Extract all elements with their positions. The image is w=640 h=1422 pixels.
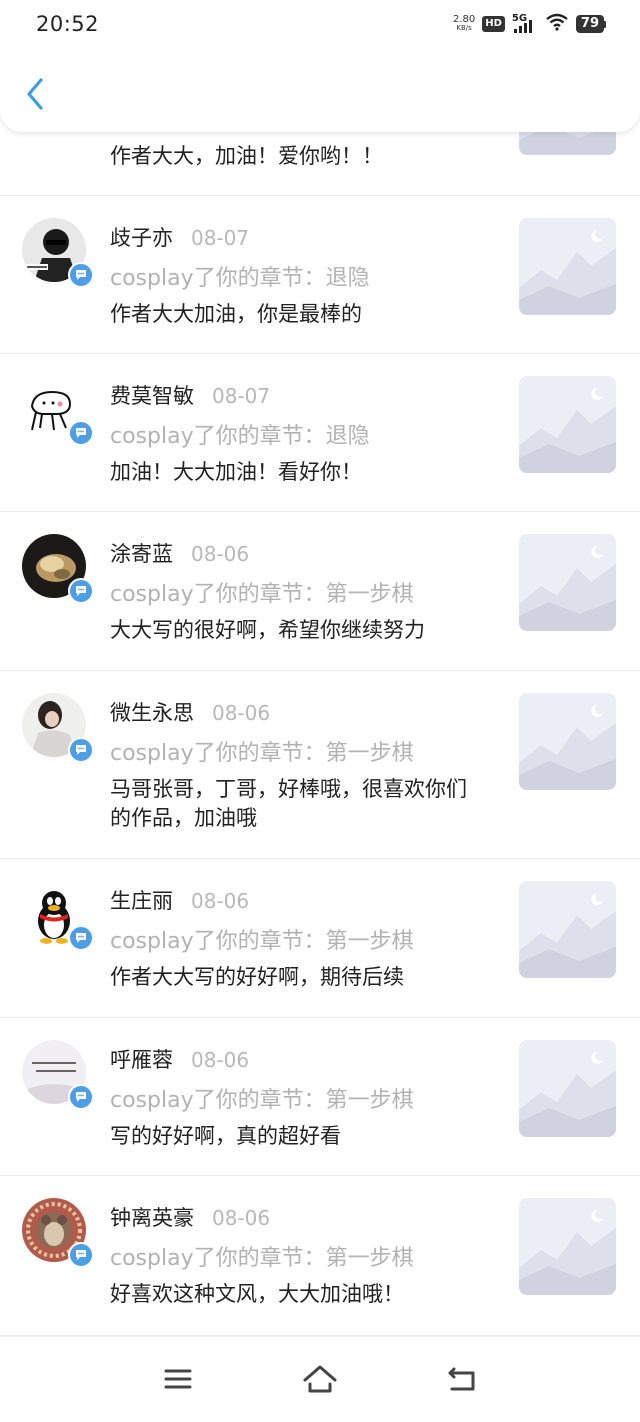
chat-bubble-icon (68, 578, 94, 604)
menu-icon (163, 1367, 193, 1395)
user-name[interactable]: 歧子亦 (110, 222, 173, 252)
battery-icon: 79 (575, 15, 606, 33)
chat-bubble-icon (68, 925, 94, 951)
list-item[interactable]: 费莫智敏 08-07 cosplay了你的章节：退隐 加油！大大加油！看好你！ (0, 354, 640, 512)
comment-text: 马哥张哥，丁哥，好棒哦，很喜欢你们的作品，加油哦 (110, 777, 467, 830)
network-speed-value: 2.80 (452, 14, 476, 25)
comment-text: 加油！大大加油！看好你！ (110, 460, 362, 484)
comment-text: 作者大大加油，你是最棒的 (110, 302, 362, 326)
battery-level: 79 (575, 15, 604, 33)
comment-date: 08-07 (191, 226, 250, 250)
comment-text: 作者大大，加油！爱你哟！！ (110, 144, 383, 168)
home-button[interactable] (302, 1365, 338, 1397)
action-text: cosplay了你的章节：第一步棋 (110, 1246, 414, 1271)
status-bar: 20:52 2.80 KB/s HD 5G 79 (0, 0, 640, 50)
list-item[interactable]: 生庄丽 08-06 cosplay了你的章节：第一步棋 作者大大写的好好啊，期待… (0, 859, 640, 1018)
return-button[interactable] (444, 1365, 480, 1397)
chat-bubble-icon (68, 1084, 94, 1110)
network-speed: 2.80 KB/s (453, 15, 475, 33)
back-button[interactable] (18, 76, 52, 116)
chevron-left-icon (25, 77, 45, 115)
comment-date: 08-06 (212, 1206, 271, 1230)
action-text: cosplay了你的章节：退隐 (110, 266, 370, 291)
list-item[interactable]: 涂寄蓝 08-06 cosplay了你的章节：第一步棋 大大写的很好啊，希望你继… (0, 512, 640, 671)
user-name[interactable]: 微生永思 (110, 697, 194, 727)
list-item[interactable]: 钟离英豪 08-06 cosplay了你的章节：第一步棋 好喜欢这种文风，大大加… (0, 1176, 640, 1336)
action-text: cosplay了你的章节：第一步棋 (110, 1088, 414, 1113)
comment-date: 08-06 (191, 542, 250, 566)
chat-bubble-icon (68, 737, 94, 763)
list-item[interactable]: 歧子亦 08-07 cosplay了你的章节：退隐 作者大大加油，你是最棒的 (0, 196, 640, 354)
comment-date: 08-06 (212, 701, 271, 725)
action-text: cosplay了你的章节：退隐 (110, 424, 370, 449)
user-name[interactable]: 呼雁蓉 (110, 1044, 173, 1074)
action-text: cosplay了你的章节：第一步棋 (110, 929, 414, 954)
chapter-thumbnail[interactable] (519, 376, 616, 473)
return-icon (446, 1365, 478, 1397)
action-text: cosplay了你的章节：第一步棋 (110, 582, 414, 607)
list-item[interactable]: 呼雁蓉 08-06 cosplay了你的章节：第一步棋 写的好好啊，真的超好看 (0, 1018, 640, 1176)
hd-icon: HD (482, 16, 505, 32)
comment-date: 08-06 (191, 889, 250, 913)
comment-text: 大大写的很好啊，希望你继续努力 (110, 618, 425, 642)
chapter-thumbnail[interactable] (519, 534, 616, 631)
comment-date: 08-07 (212, 384, 271, 408)
network-speed-unit: KB/s (456, 24, 472, 32)
list-item[interactable]: 微生永思 08-06 cosplay了你的章节：第一步棋 马哥张哥，丁哥，好棒哦… (0, 671, 640, 859)
chapter-thumbnail[interactable] (519, 218, 616, 315)
wifi-icon (545, 13, 569, 35)
comment-text: 作者大大写的好好啊，期待后续 (110, 965, 404, 989)
signal-icon: 5G (512, 14, 538, 34)
chapter-thumbnail[interactable] (519, 1040, 616, 1137)
chat-bubble-icon (68, 262, 94, 288)
chapter-thumbnail[interactable] (519, 1198, 616, 1295)
chat-bubble-icon (68, 1242, 94, 1268)
action-text: cosplay了你的章节：第一步棋 (110, 741, 414, 766)
user-name[interactable]: 生庄丽 (110, 885, 173, 915)
comment-date: 08-06 (191, 1048, 250, 1072)
user-name[interactable]: 钟离英豪 (110, 1202, 194, 1232)
user-name[interactable]: 费莫智敏 (110, 380, 194, 410)
menu-button[interactable] (160, 1365, 196, 1397)
chapter-thumbnail[interactable] (519, 693, 616, 790)
system-nav-bar (0, 1336, 640, 1422)
chapter-thumbnail[interactable] (519, 881, 616, 978)
chat-bubble-icon (68, 420, 94, 446)
comment-text: 写的好好啊，真的超好看 (110, 1124, 341, 1148)
status-time: 20:52 (36, 12, 100, 36)
home-icon (302, 1364, 338, 1398)
user-name[interactable]: 涂寄蓝 (110, 538, 173, 568)
comment-text: 好喜欢这种文风，大大加油哦！ (110, 1282, 404, 1306)
